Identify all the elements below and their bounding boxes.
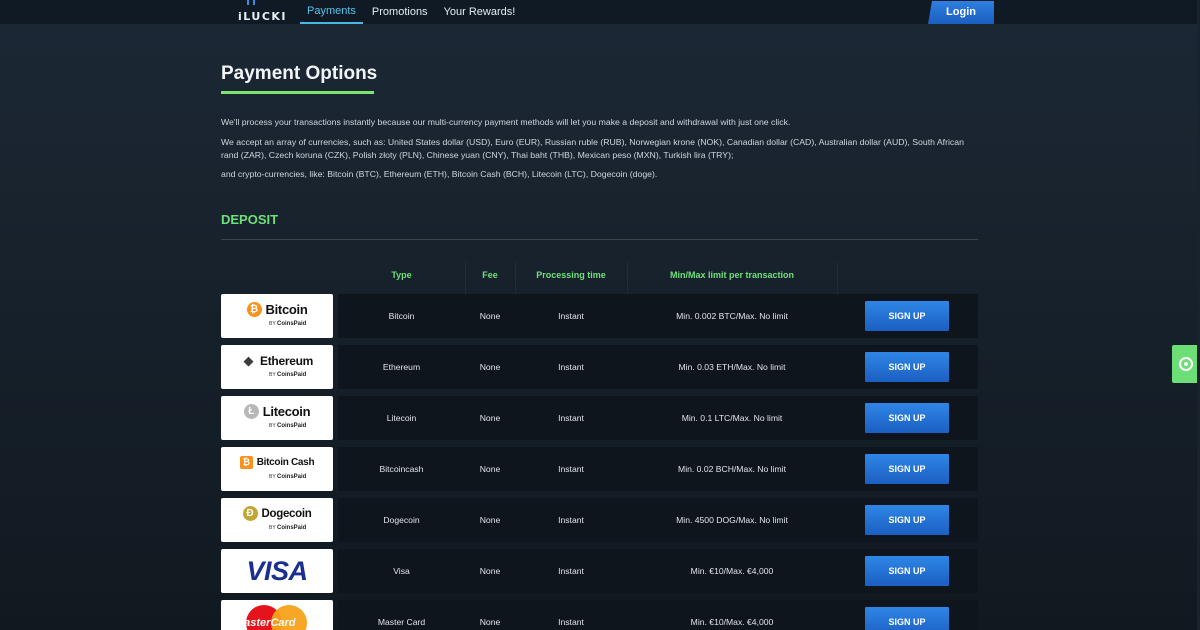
top-navigation-bar: iLUCKI Payments Promotions Your Rewards!…	[0, 0, 1200, 24]
deposit-section-title: DEPOSIT	[221, 212, 279, 227]
cell-fee: None	[479, 515, 501, 525]
cell-fee: None	[479, 566, 501, 576]
coinspaid-byline: BY CoinsPaid	[269, 474, 307, 480]
bitcoin-icon: ₿	[246, 302, 262, 318]
bitcoin-cash-icon: ₿	[239, 456, 253, 470]
payment-row-ethereum: ◆ Ethereum BY CoinsPaid Ethereum None Ins…	[221, 345, 978, 389]
dogecoin-logo-card: Ð Dogecoin BY CoinsPaid	[221, 498, 333, 542]
column-header-fee: Fee	[482, 270, 498, 280]
header-divider	[465, 262, 466, 294]
column-header-type: Type	[391, 270, 412, 280]
coinspaid-byline: BY CoinsPaid	[269, 321, 307, 327]
litecoin-logo-card: Ł Litecoin BY CoinsPaid	[221, 396, 333, 440]
cell-type: Litecoin	[386, 413, 417, 423]
cell-fee: None	[479, 362, 501, 372]
cell-type: Visa	[393, 566, 410, 576]
title-underline	[221, 91, 374, 94]
cell-processing-time: Instant	[558, 311, 584, 321]
sign-up-button[interactable]: SIGN UP	[865, 556, 949, 586]
ethereum-logo-card: ◆ Ethereum BY CoinsPaid	[221, 345, 333, 389]
coinspaid-byline: BY CoinsPaid	[269, 423, 307, 429]
visa-logo-card: VISA	[221, 549, 333, 593]
page-title: Payment Options	[221, 63, 378, 84]
bitcoin-logo-card: ₿ Bitcoin BY CoinsPaid	[221, 294, 333, 338]
crypto-paragraph: and crypto-currencies, like: Bitcoin (BT…	[221, 169, 658, 179]
login-button[interactable]: Login	[928, 1, 994, 24]
mastercard-logo-text: MasterCard	[235, 617, 296, 629]
bitcoin-cash-logo-card: ₿ Bitcoin Cash BY CoinsPaid	[221, 447, 333, 491]
column-header-limit: Min/Max limit per transaction	[669, 270, 795, 280]
sign-up-button[interactable]: SIGN UP	[865, 403, 949, 433]
cell-limit: Min. 0.03 ETH/Max. No limit	[678, 362, 786, 372]
nav-payments[interactable]: Payments	[300, 0, 363, 24]
cell-limit: Min. 0.02 BCH/Max. No limit	[678, 464, 786, 474]
cell-limit: Min. 0.1 LTC/Max. No limit	[681, 413, 783, 423]
sign-up-button[interactable]: SIGN UP	[865, 607, 949, 630]
cell-processing-time: Instant	[558, 617, 584, 627]
payment-row-dogecoin: Ð Dogecoin BY CoinsPaid Dogecoin None Ins…	[221, 498, 978, 542]
cell-type: Bitcoin	[388, 311, 415, 321]
cell-processing-time: Instant	[558, 362, 584, 372]
payment-row-bitcoin-cash: ₿ Bitcoin Cash BY CoinsPaid Bitcoincash N…	[221, 447, 978, 491]
logo-name: Ethereum	[260, 353, 313, 368]
cell-type: Bitcoincash	[379, 464, 424, 474]
section-divider	[221, 239, 978, 240]
header-divider	[627, 262, 628, 294]
sign-up-button[interactable]: SIGN UP	[865, 301, 949, 331]
sign-up-button[interactable]: SIGN UP	[865, 352, 949, 382]
cell-type: Dogecoin	[383, 515, 420, 525]
coinspaid-byline: BY CoinsPaid	[269, 372, 307, 378]
cell-processing-time: Instant	[558, 566, 584, 576]
visa-logo: VISA	[246, 556, 308, 586]
payment-row-visa: VISA Visa None Instant Min. €10/Max. €4,…	[221, 549, 978, 593]
payment-row-mastercard: MasterCard Master Card None Instant Min.…	[221, 600, 978, 630]
support-headset-icon-dot	[1184, 362, 1188, 366]
nav-your-rewards[interactable]: Your Rewards!	[437, 0, 523, 24]
dogecoin-icon: Ð	[242, 506, 258, 522]
column-header-processing-time: Processing time	[536, 270, 606, 280]
sign-up-button[interactable]: SIGN UP	[865, 454, 949, 484]
logo-name: Bitcoin	[265, 302, 308, 318]
cell-processing-time: Instant	[558, 413, 584, 423]
cell-processing-time: Instant	[558, 464, 584, 474]
logo-name: Litecoin	[262, 404, 311, 420]
sign-up-button[interactable]: SIGN UP	[865, 505, 949, 535]
cell-processing-time: Instant	[558, 515, 584, 525]
header-divider	[515, 262, 516, 294]
logo-text: iLUCKI	[238, 10, 288, 23]
mastercard-logo-card: MasterCard	[221, 600, 333, 630]
cell-type: Ethereum	[382, 362, 421, 372]
cell-limit: Min. 4500 DOG/Max. No limit	[676, 515, 788, 525]
cell-limit: Min. €10/Max. €4,000	[690, 566, 774, 576]
logo-crown-icon	[247, 0, 255, 5]
cell-limit: Min. €10/Max. €4,000	[690, 617, 774, 627]
cell-fee: None	[479, 464, 501, 474]
cell-type: Master Card	[377, 617, 426, 627]
payment-row-litecoin: Ł Litecoin BY CoinsPaid Litecoin None Ins…	[221, 396, 978, 440]
logo-name: Bitcoin Cash	[256, 457, 315, 469]
cell-fee: None	[479, 311, 501, 321]
payment-row-bitcoin: ₿ Bitcoin BY CoinsPaid Bitcoin None Insta…	[221, 294, 978, 338]
nav-promotions[interactable]: Promotions	[365, 0, 435, 24]
cell-fee: None	[479, 617, 501, 627]
header-divider	[837, 262, 838, 294]
ethereum-icon: ◆	[243, 353, 254, 369]
intro-paragraph: We'll process your transactions instantl…	[221, 117, 791, 127]
currencies-paragraph: We accept an array of currencies, such a…	[221, 137, 964, 160]
logo-name: Dogecoin	[261, 507, 312, 520]
cell-limit: Min. 0.002 BTC/Max. No limit	[676, 311, 788, 321]
coinspaid-byline: BY CoinsPaid	[269, 525, 307, 531]
cell-fee: None	[479, 413, 501, 423]
support-chat-button[interactable]	[1172, 345, 1200, 383]
litecoin-icon: Ł	[243, 404, 259, 420]
main-nav: Payments Promotions Your Rewards!	[300, 0, 524, 24]
